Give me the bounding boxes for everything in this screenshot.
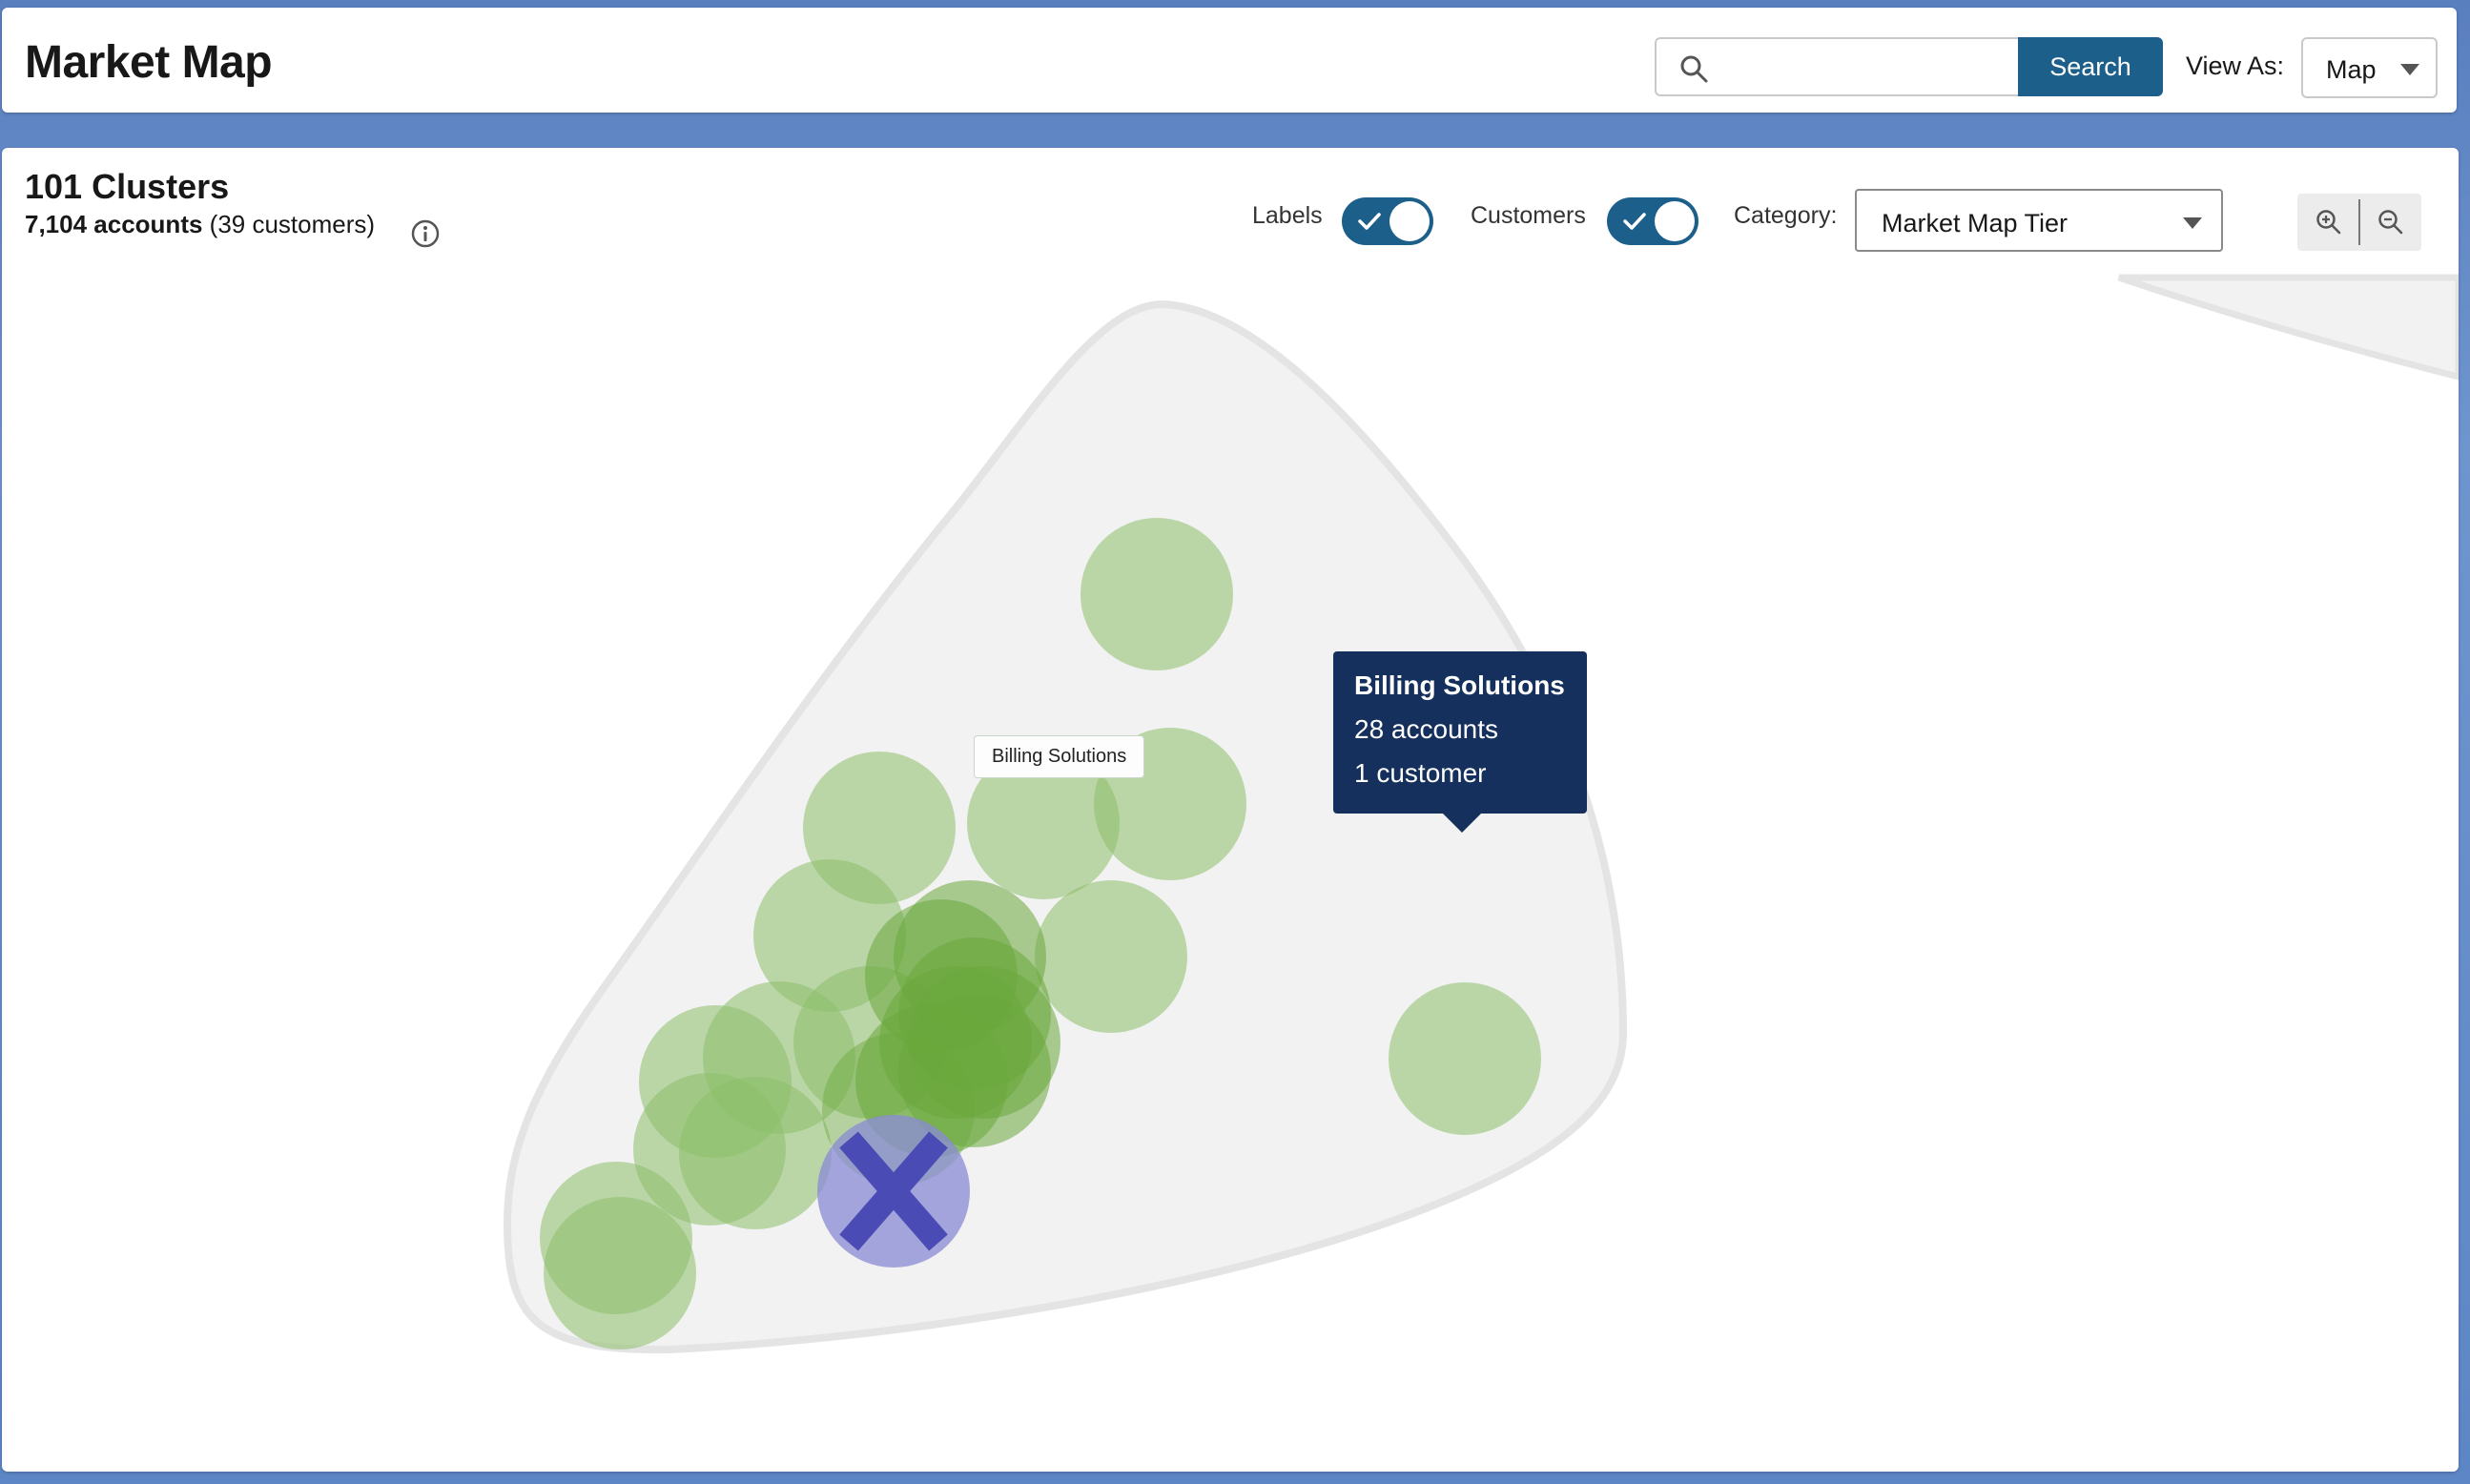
- header-bar: Market Map Search View As: Map: [2, 8, 2457, 113]
- customers-toggle-label: Customers: [1471, 202, 1586, 229]
- chevron-down-icon: [2183, 217, 2202, 229]
- zoom-in-button[interactable]: [2297, 194, 2359, 251]
- labels-toggle-label: Labels: [1252, 202, 1323, 229]
- view-as-value: Map: [2326, 55, 2377, 84]
- cluster-label[interactable]: Billing Solutions: [974, 735, 1145, 778]
- toggle-knob: [1389, 201, 1430, 241]
- cluster-bubble[interactable]: [1389, 982, 1541, 1135]
- tooltip-arrow: [1443, 814, 1481, 833]
- toggle-knob: [1655, 201, 1695, 241]
- cluster-bubble[interactable]: [1035, 880, 1187, 1033]
- search-icon: [1680, 55, 1708, 83]
- zoom-out-button[interactable]: [2359, 194, 2421, 251]
- cluster-bubble[interactable]: [544, 1197, 696, 1350]
- selected-customer-marker[interactable]: [817, 1115, 970, 1268]
- view-as-label: View As:: [2186, 52, 2285, 80]
- tooltip-accounts: 28 accounts: [1354, 714, 1498, 744]
- cluster-bubble[interactable]: [1081, 518, 1233, 670]
- cluster-bubble[interactable]: [679, 1077, 832, 1229]
- page-title: Market Map: [25, 37, 273, 88]
- customers-toggle[interactable]: [1607, 197, 1698, 245]
- zoom-out-icon: [2378, 210, 2403, 235]
- accounts-summary: 7,104 accounts (39 customers): [25, 210, 375, 239]
- view-as-select[interactable]: Map: [2301, 37, 2438, 98]
- zoom-in-icon: [2316, 210, 2341, 235]
- info-icon[interactable]: [410, 218, 441, 249]
- search-box[interactable]: [1655, 37, 2019, 96]
- neighbor-region[interactable]: [2117, 274, 2459, 381]
- search-input[interactable]: [1725, 47, 2011, 91]
- zoom-controls: [2297, 194, 2421, 251]
- map-canvas[interactable]: Billing Solutions Billing Solutions 28 a…: [2, 270, 2459, 1472]
- category-value: Market Map Tier: [1882, 209, 2069, 237]
- category-select[interactable]: Market Map Tier: [1855, 189, 2223, 252]
- clusters-count: 101 Clusters: [25, 167, 230, 206]
- map-svg[interactable]: [2, 270, 2459, 1472]
- category-label: Category:: [1734, 202, 1838, 229]
- check-icon: [1358, 213, 1381, 230]
- search-button[interactable]: Search: [2018, 37, 2163, 96]
- accounts-count: 7,104 accounts: [25, 210, 203, 238]
- tooltip-customers: 1 customer: [1354, 758, 1487, 788]
- cluster-tooltip: Billing Solutions 28 accounts 1 customer: [1333, 651, 1587, 833]
- chevron-down-icon: [2400, 64, 2419, 75]
- customers-count: (39 customers): [209, 210, 376, 238]
- market-map-panel: 101 Clusters 7,104 accounts (39 customer…: [2, 148, 2459, 1472]
- check-icon: [1623, 213, 1646, 230]
- tooltip-title: Billing Solutions: [1354, 670, 1565, 700]
- labels-toggle[interactable]: [1342, 197, 1433, 245]
